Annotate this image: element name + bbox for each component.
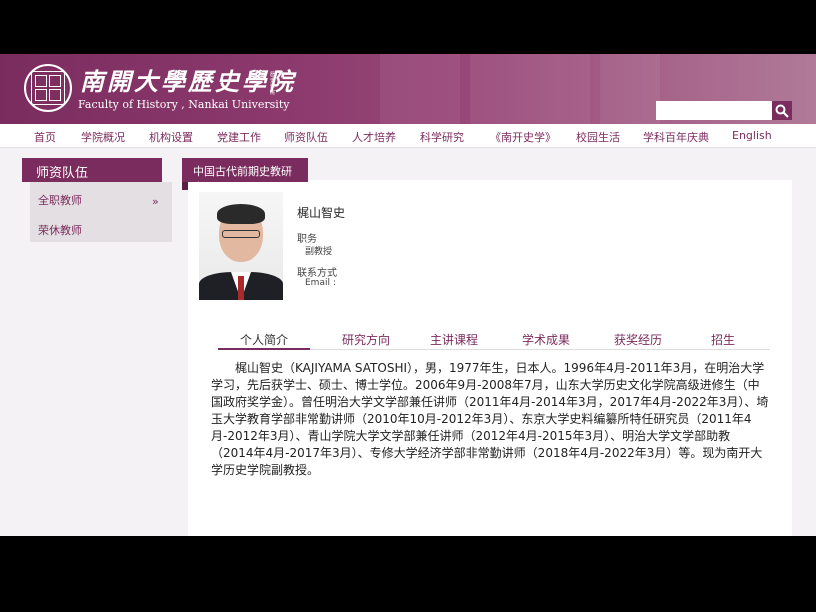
email-label: Email : <box>305 278 336 288</box>
bio-text: 梶山智史（KAJIYAMA SATOSHI），男，1977年生，日本人。1996… <box>211 361 769 477</box>
nav-item-organization[interactable]: 机构设置 <box>149 129 193 145</box>
nav-item-education[interactable]: 人才培养 <box>352 129 396 145</box>
nav-item-campus[interactable]: 校园生活 <box>576 129 620 145</box>
tab-publications[interactable]: 学术成果 <box>500 328 592 350</box>
main-nav: 首页 学院概况 机构设置 党建工作 师资队伍 人才培养 科学研究 《南开史学》 … <box>0 124 816 148</box>
nav-item-overview[interactable]: 学院概况 <box>81 129 125 145</box>
sidebar-list: 全职教师 » 荣休教师 <box>30 182 172 242</box>
tab-awards[interactable]: 获奖经历 <box>592 328 684 350</box>
search-input[interactable] <box>656 101 772 120</box>
sidebar-item-retired[interactable]: 荣休教师 <box>38 222 82 238</box>
logo-chinese: 南開大學歷史學院 <box>80 67 296 96</box>
search-button[interactable] <box>772 101 792 120</box>
profile-tabs: 个人简介 研究方向 主讲课程 学术成果 获奖经历 招生 <box>218 328 770 350</box>
nav-item-faculty[interactable]: 师资队伍 <box>284 129 328 145</box>
university-seal-icon <box>24 64 72 112</box>
nav-item-home[interactable]: 首页 <box>34 129 56 145</box>
header-banner: 南開大學歷史學院 歷史學院 Faculty of History , Nanka… <box>0 54 816 124</box>
breadcrumb-fold <box>182 182 188 190</box>
nav-item-english[interactable]: English <box>732 129 772 142</box>
profile-name: 梶山智史 <box>297 206 346 220</box>
nav-item-journal[interactable]: 《南开史学》 <box>490 129 556 145</box>
nav-item-research[interactable]: 科学研究 <box>420 129 464 145</box>
position-value: 副教授 <box>305 247 333 257</box>
tab-courses[interactable]: 主讲课程 <box>408 328 500 350</box>
tab-research-direction[interactable]: 研究方向 <box>318 328 414 350</box>
search-icon <box>775 104 789 118</box>
nav-item-party[interactable]: 党建工作 <box>217 129 261 145</box>
logo-side-text: 歷史學院 <box>270 72 276 96</box>
nav-item-centennial[interactable]: 学科百年庆典 <box>643 129 709 145</box>
double-chevron-right-icon: » <box>152 195 159 208</box>
profile-photo <box>199 192 283 300</box>
sidebar-item-fulltime[interactable]: 全职教师 <box>38 192 82 208</box>
tab-bio[interactable]: 个人简介 <box>218 328 310 350</box>
position-label: 职务 <box>297 234 317 245</box>
breadcrumb: 中国古代前期史教研室 <box>182 158 308 194</box>
page: 南開大學歷史學院 歷史學院 Faculty of History , Nanka… <box>0 54 816 536</box>
sidebar-title: 师资队伍 <box>22 158 162 182</box>
logo-english: Faculty of History , Nankai University <box>78 98 290 111</box>
tab-admissions[interactable]: 招生 <box>680 328 766 350</box>
contact-label: 联系方式 <box>297 268 337 279</box>
